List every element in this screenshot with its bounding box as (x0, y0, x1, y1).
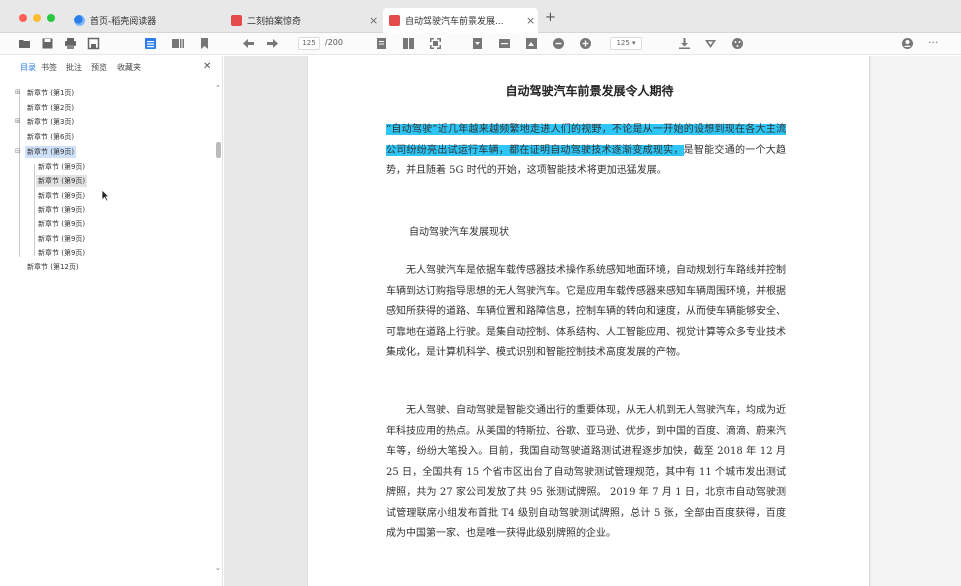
chevron-down-icon: ▾ (632, 39, 636, 47)
paragraph-details: 无人驾驶、自动驾驶是智能交通出行的重要体现，从无人机到无人驾驶汽车，均成为近年科… (386, 405, 786, 539)
toc-item[interactable]: 新章节 (第9页) (38, 233, 85, 245)
expand-icon[interactable]: ⊞ (15, 117, 21, 125)
single-page-icon[interactable] (375, 37, 388, 50)
document-title: 自动驾驶汽车前景发展令人期待 (505, 84, 674, 98)
pdf-icon (231, 15, 242, 26)
theme-palette-icon[interactable] (731, 37, 744, 50)
close-sidebar-icon[interactable]: ✕ (203, 61, 211, 72)
zoom-out-icon[interactable] (552, 37, 565, 50)
chevron-down-icon[interactable]: ⌄ (215, 564, 221, 572)
more-options-icon[interactable]: ··· (928, 36, 939, 49)
tab-current-document[interactable]: 自动驾驶汽车前景发展... × (383, 8, 538, 33)
toc-item-selected[interactable]: 新章节 (第9页) (25, 146, 77, 158)
close-tab-icon[interactable]: × (526, 14, 535, 27)
new-tab-button[interactable]: + (545, 10, 556, 25)
actual-size-icon[interactable] (525, 37, 538, 50)
tab-annotations[interactable]: 批注 (66, 62, 82, 73)
fit-page-icon[interactable] (471, 37, 484, 50)
tab-label: 自动驾驶汽车前景发展... (405, 17, 504, 27)
save-as-icon[interactable] (87, 37, 100, 50)
minimize-window-button[interactable] (33, 14, 41, 22)
right-margin-pane (871, 56, 961, 586)
zoom-value: 125 (616, 39, 630, 47)
tab-home[interactable]: 首页-稻壳阅读器 (68, 8, 218, 33)
zoom-in-icon[interactable] (579, 37, 592, 50)
document-page: 自动驾驶汽车前景发展令人期待 “自动驾驶”近几年越来越频繁地走进人们的视野，不论… (307, 56, 870, 586)
toc-item-hovered[interactable]: 新章节 (第9页) (36, 175, 88, 187)
sidebar-toggle-icon[interactable] (144, 37, 157, 50)
forward-arrow-icon[interactable] (266, 37, 279, 50)
toc-item[interactable]: 新章节 (第9页) (38, 247, 85, 259)
fit-width-icon[interactable] (498, 37, 511, 50)
toc-item[interactable]: 新章节 (第1页) (27, 87, 74, 99)
pdf-icon (389, 15, 400, 26)
close-tab-icon[interactable]: × (369, 14, 378, 27)
toc-item[interactable]: 新章节 (第9页) (38, 161, 85, 173)
annotation-list-icon[interactable] (171, 37, 184, 50)
mouse-cursor-icon (101, 189, 110, 202)
toc-item[interactable]: 新章节 (第2页) (27, 102, 74, 114)
paragraph-status: 无人驾驶汽车是依据车载传感器技术操作系统感知地面环境，自动规划行车路线并控制车辆… (386, 265, 786, 358)
back-arrow-icon[interactable] (242, 37, 255, 50)
collapse-icon[interactable]: ⊟ (15, 147, 21, 155)
tab-bookmarks[interactable]: 书签 (41, 62, 57, 73)
current-page-value: 125 (302, 39, 316, 47)
toc-item[interactable]: 新章节 (第9页) (38, 218, 85, 230)
document-viewport[interactable]: 自动驾驶汽车前景发展令人期待 “自动驾驶”近几年越来越频繁地走进人们的视野，不论… (224, 56, 961, 586)
page-number-input[interactable]: 125 (298, 37, 320, 50)
maximize-window-button[interactable] (47, 14, 55, 22)
paragraph-intro: “自动驾驶”近几年越来越频繁地走进人们的视野，不论是从一开始的设想到现在各大主流… (386, 120, 786, 182)
toc-item[interactable]: 新章节 (第12页) (27, 261, 79, 273)
sidebar-scrollbar[interactable]: ⌃ ⌄ (215, 80, 222, 586)
download-icon[interactable] (678, 37, 691, 50)
tab-bar: 首页-稻壳阅读器 二刻拍案惊奇 × 自动驾驶汽车前景发展... × + (0, 0, 961, 33)
section-heading: 自动驾驶汽车发展现状 (409, 227, 509, 238)
chevron-up-icon[interactable]: ⌃ (215, 84, 221, 92)
fullscreen-icon[interactable] (429, 37, 442, 50)
toc-item[interactable]: 新章节 (第9页) (38, 190, 85, 202)
docer-logo-icon (74, 15, 85, 26)
zoom-select[interactable]: 125 ▾ (610, 37, 642, 50)
toc-item[interactable]: 新章节 (第6页) (27, 131, 74, 143)
double-page-icon[interactable] (402, 37, 415, 50)
toolbar: 125 /200 125 ▾ ··· (0, 33, 961, 55)
user-account-icon[interactable] (901, 37, 914, 50)
favorite-icon[interactable] (704, 37, 717, 50)
expand-icon[interactable]: ⊞ (15, 88, 21, 96)
tab-label: 首页-稻壳阅读器 (90, 17, 157, 27)
open-folder-icon[interactable] (18, 37, 31, 50)
print-icon[interactable] (64, 37, 77, 50)
close-window-button[interactable] (19, 14, 27, 22)
tab-preview[interactable]: 预览 (91, 62, 107, 73)
tab-favorites[interactable]: 收藏夹 (117, 62, 141, 73)
tree-guide-line (34, 164, 35, 256)
toc-item[interactable]: 新章节 (第9页) (38, 204, 85, 216)
save-icon[interactable] (41, 37, 54, 50)
scrollbar-thumb[interactable] (216, 142, 221, 158)
tab-toc[interactable]: 目录 (20, 62, 36, 73)
toc-item[interactable]: 新章节 (第3页) (27, 116, 74, 128)
total-pages-label: /200 (325, 38, 343, 47)
sidebar: 目录 书签 批注 预览 收藏夹 ✕ ⊞ 新章节 (第1页) 新章节 (第2页) … (0, 56, 223, 586)
sidebar-tabs: 目录 书签 批注 预览 收藏夹 ✕ (0, 56, 223, 78)
bookmark-icon[interactable] (198, 37, 211, 50)
tab-label: 二刻拍案惊奇 (247, 17, 302, 27)
tab-book[interactable]: 二刻拍案惊奇 × (225, 8, 380, 33)
